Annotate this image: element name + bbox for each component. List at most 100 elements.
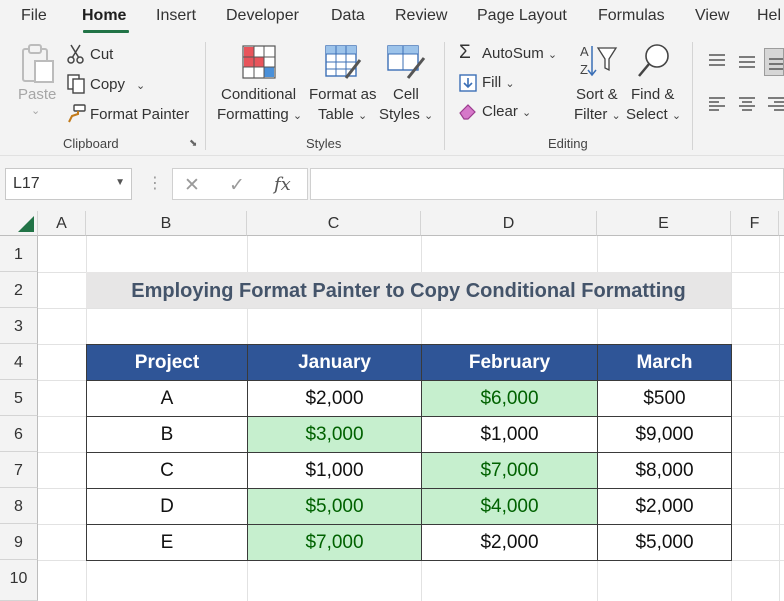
format-as-table-label-1[interactable]: Format as — [309, 86, 377, 103]
row-header-8[interactable]: 8 — [0, 488, 38, 524]
table-cell[interactable]: $5,000 — [597, 524, 732, 561]
header-march[interactable]: March — [597, 344, 732, 381]
find-select-icon — [636, 42, 672, 80]
cell-styles-button[interactable]: Styles ⌄ — [379, 106, 433, 123]
sheet-title[interactable]: Employing Format Painter to Copy Conditi… — [86, 272, 731, 308]
tab-file[interactable]: File — [21, 7, 47, 25]
select-all-corner[interactable] — [0, 211, 38, 236]
table-cell[interactable]: $1,000 — [247, 452, 422, 489]
table-cell[interactable]: $5,000 — [247, 488, 422, 525]
table-cell[interactable]: $7,000 — [247, 524, 422, 561]
cancel-icon[interactable]: ✕ — [184, 174, 200, 197]
clear-label: Clear — [482, 103, 518, 120]
find-select-label-1[interactable]: Find & — [631, 86, 674, 103]
row-header-10[interactable]: 10 — [0, 560, 38, 601]
align-top-icon[interactable] — [707, 52, 727, 68]
row-header-9[interactable]: 9 — [0, 524, 38, 560]
table-cell[interactable]: $8,000 — [597, 452, 732, 489]
format-painter-button[interactable]: Format Painter — [90, 106, 189, 123]
select-all-icon — [18, 216, 34, 232]
copy-dropdown-icon[interactable]: ⌄ — [136, 79, 145, 92]
row-header-4[interactable]: 4 — [0, 344, 38, 380]
tab-formulas[interactable]: Formulas — [598, 7, 665, 25]
row-header-2[interactable]: 2 — [0, 272, 38, 308]
conditional-formatting-icon — [241, 44, 277, 80]
insert-function-icon[interactable]: fx — [274, 174, 291, 195]
cell-styles-label-1[interactable]: Cell — [393, 86, 419, 103]
autosum-button[interactable]: AutoSum ⌄ — [482, 45, 557, 62]
sort-filter-button[interactable]: Filter ⌄ — [574, 106, 621, 123]
table-cell[interactable]: $6,000 — [421, 380, 598, 417]
header-february[interactable]: February — [421, 344, 598, 381]
align-left-icon[interactable] — [707, 96, 727, 112]
table-cell[interactable]: C — [86, 452, 248, 489]
conditional-formatting-button[interactable]: Formatting ⌄ — [217, 106, 302, 123]
tab-page-layout[interactable]: Page Layout — [477, 7, 567, 25]
align-center-icon[interactable] — [737, 96, 757, 112]
tab-developer[interactable]: Developer — [226, 7, 299, 25]
header-january[interactable]: January — [247, 344, 422, 381]
table-cell[interactable]: $2,000 — [597, 488, 732, 525]
ribbon: Paste ⌄ Cut Copy ⌄ Format Painter Clipbo… — [0, 34, 784, 155]
menu-bar: File Home Insert Developer Data Review P… — [0, 0, 784, 34]
conditional-formatting-label-2: Formatting — [217, 106, 289, 123]
fill-button[interactable]: Fill ⌄ — [482, 74, 515, 91]
tab-view[interactable]: View — [695, 7, 729, 25]
chevron-down-icon: ⌄ — [358, 110, 368, 122]
tab-review[interactable]: Review — [395, 7, 447, 25]
clear-button[interactable]: Clear ⌄ — [482, 103, 531, 120]
sort-filter-label-1[interactable]: Sort & — [576, 86, 618, 103]
tab-home[interactable]: Home — [82, 7, 126, 25]
header-project[interactable]: Project — [86, 344, 248, 381]
enter-icon[interactable]: ✓ — [229, 174, 245, 197]
row-header-6[interactable]: 6 — [0, 416, 38, 452]
tab-insert[interactable]: Insert — [156, 7, 196, 25]
column-header-d[interactable]: D — [421, 211, 597, 236]
align-bottom-icon[interactable] — [764, 48, 784, 76]
name-box[interactable]: L17 ▼ — [5, 168, 132, 200]
name-box-value: L17 — [13, 175, 40, 192]
align-middle-icon[interactable] — [737, 54, 757, 70]
table-cell[interactable]: $3,000 — [247, 416, 422, 453]
formula-input[interactable] — [310, 168, 784, 200]
align-right-icon[interactable] — [766, 96, 784, 112]
tab-data[interactable]: Data — [331, 7, 365, 25]
column-header-b[interactable]: B — [86, 211, 247, 236]
table-cell[interactable]: $500 — [597, 380, 732, 417]
table-cell[interactable]: D — [86, 488, 248, 525]
column-header-f[interactable]: F — [731, 211, 779, 236]
ribbon-separator — [692, 42, 693, 150]
table-cell[interactable]: B — [86, 416, 248, 453]
table-cell[interactable]: $7,000 — [421, 452, 598, 489]
row-header-7[interactable]: 7 — [0, 452, 38, 488]
data-table: Project January February March A $2,000 … — [86, 344, 732, 561]
format-as-table-icon — [324, 44, 362, 80]
table-cell[interactable]: $9,000 — [597, 416, 732, 453]
copy-button[interactable]: Copy — [90, 76, 125, 93]
find-select-button[interactable]: Select ⌄ — [626, 106, 681, 123]
conditional-formatting-label-1[interactable]: Conditional — [221, 86, 296, 103]
tab-help[interactable]: Hel — [757, 7, 781, 25]
eraser-icon — [458, 102, 478, 120]
column-header-c[interactable]: C — [247, 211, 421, 236]
table-cell[interactable]: $2,000 — [421, 524, 598, 561]
paste-dropdown-icon[interactable]: ⌄ — [31, 104, 40, 117]
clipboard-launcher-icon[interactable]: ⬊ — [189, 138, 197, 149]
table-cell[interactable]: $2,000 — [247, 380, 422, 417]
format-as-table-button[interactable]: Table ⌄ — [318, 106, 367, 123]
column-header-e[interactable]: E — [597, 211, 731, 236]
table-row: A $2,000 $6,000 $500 — [86, 380, 732, 417]
row-header-3[interactable]: 3 — [0, 308, 38, 344]
column-header-a[interactable]: A — [38, 211, 86, 236]
table-cell[interactable]: $4,000 — [421, 488, 598, 525]
row-header-1[interactable]: 1 — [0, 236, 38, 272]
formula-bar-grip-icon[interactable]: ⋮ — [147, 173, 163, 193]
column-header-g[interactable] — [779, 211, 784, 236]
table-cell[interactable]: E — [86, 524, 248, 561]
table-cell[interactable]: $1,000 — [421, 416, 598, 453]
name-box-dropdown-icon[interactable]: ▼ — [115, 177, 125, 188]
cut-button[interactable]: Cut — [90, 46, 113, 63]
row-header-5[interactable]: 5 — [0, 380, 38, 416]
paste-button[interactable]: Paste — [18, 86, 56, 103]
table-cell[interactable]: A — [86, 380, 248, 417]
